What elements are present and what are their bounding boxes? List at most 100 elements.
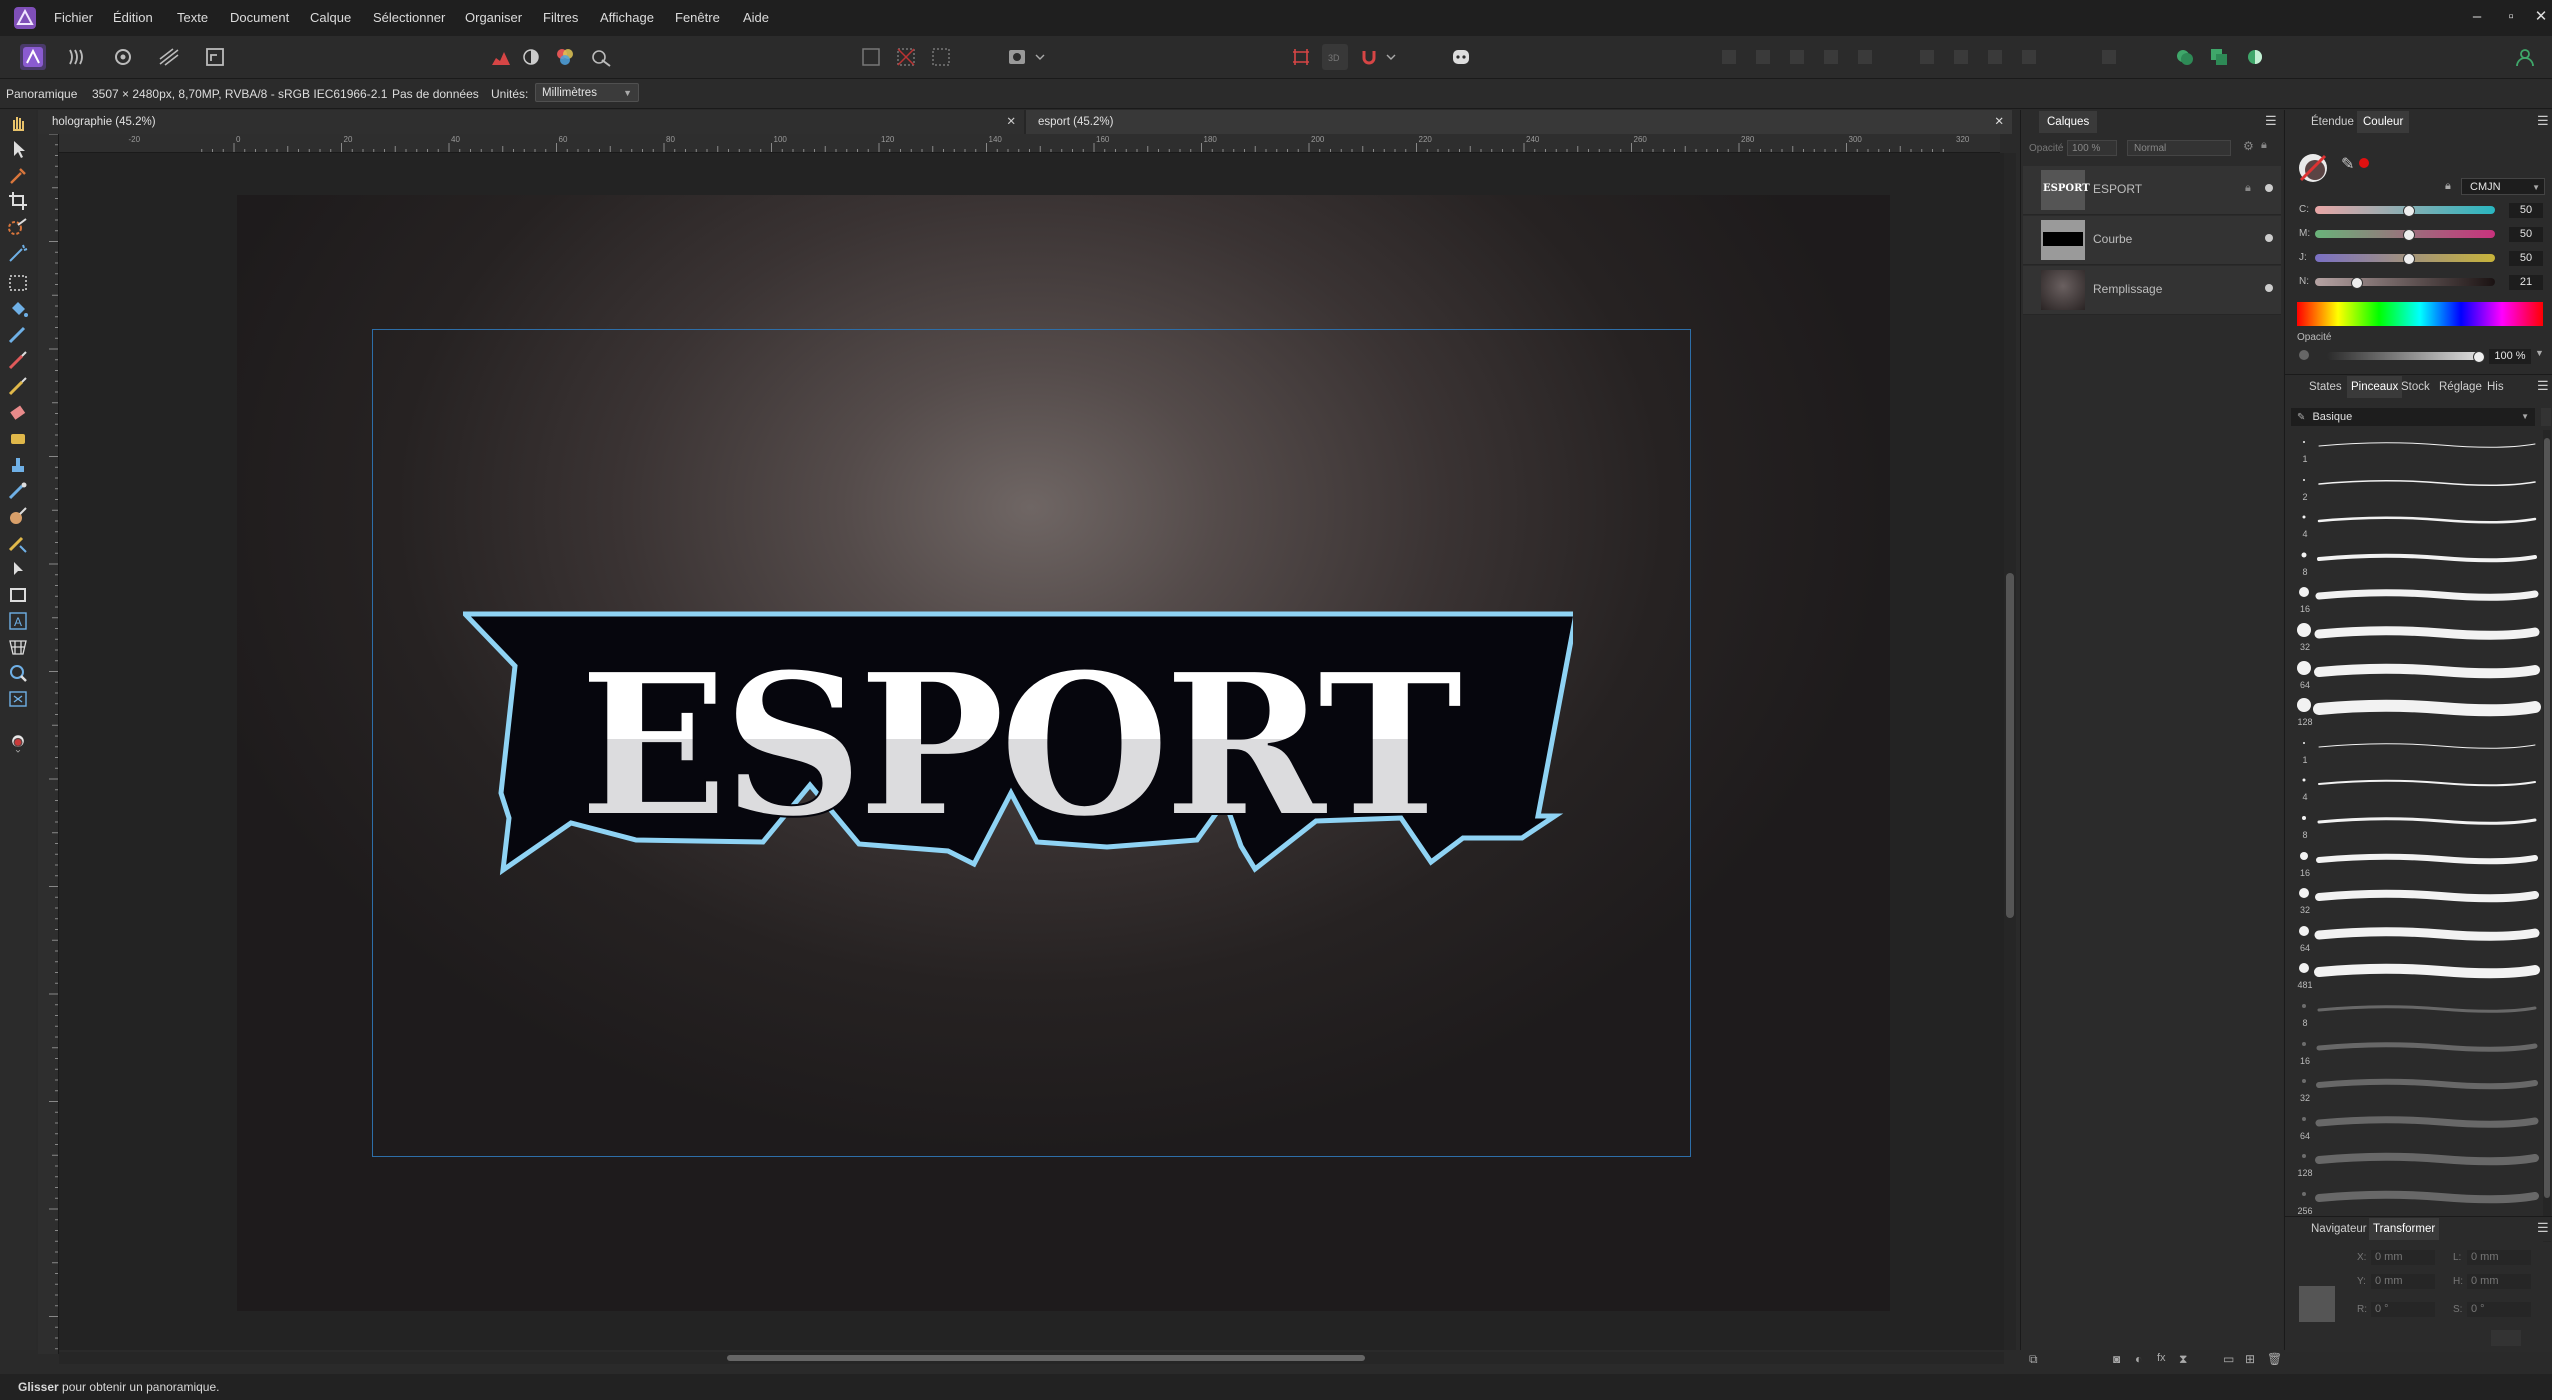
brush-preset[interactable]: 128: [2291, 1144, 2543, 1182]
canvas-area[interactable]: ESPORT: [59, 153, 2004, 1350]
affinity-photo-logo-icon[interactable]: [14, 7, 36, 29]
menu-aide[interactable]: Aide: [743, 10, 769, 25]
brush-preset[interactable]: 8: [2291, 994, 2543, 1032]
black-slider-knob[interactable]: [2351, 277, 2363, 289]
layer-row-courbe[interactable]: Courbe: [2023, 216, 2281, 265]
brush-preset[interactable]: 4: [2291, 505, 2543, 543]
tab-stock[interactable]: Stock: [2399, 376, 2432, 398]
brush-preset[interactable]: 8: [2291, 543, 2543, 581]
picked-color-swatch[interactable]: [2359, 158, 2369, 168]
minimize-icon[interactable]: –: [2466, 6, 2488, 28]
units-select[interactable]: Millimètres ▼: [535, 83, 639, 102]
export-persona-icon[interactable]: [202, 44, 228, 70]
snapping-icon[interactable]: [1288, 44, 1314, 70]
brush-preset[interactable]: 32: [2291, 1069, 2543, 1107]
hand-tool-icon[interactable]: [6, 112, 30, 134]
boolean-add-icon[interactable]: [2172, 44, 2198, 70]
tab-historique[interactable]: His: [2485, 376, 2506, 398]
horizontal-scroll-thumb[interactable]: [727, 1355, 1365, 1361]
opacity-value[interactable]: 100 %: [2489, 349, 2531, 364]
layer-lock-icon[interactable]: 🔒︎: [2245, 182, 2251, 195]
tab-transformer[interactable]: Transformer: [2369, 1218, 2440, 1240]
tab-reglage[interactable]: Réglage: [2437, 376, 2484, 398]
color-picker-tool-icon[interactable]: [6, 164, 30, 186]
panel-menu-icon[interactable]: ☰: [2265, 113, 2277, 129]
brush-preset[interactable]: 128: [2291, 693, 2543, 731]
menu-texte[interactable]: Texte: [177, 10, 208, 25]
live-filter-icon[interactable]: fx: [2157, 1352, 2166, 1364]
chevron-down-icon[interactable]: ▼: [2535, 348, 2544, 358]
histogram-icon[interactable]: [488, 44, 514, 70]
yellow-value[interactable]: 50: [2509, 251, 2543, 266]
crop-tool-icon[interactable]: [6, 190, 30, 212]
cyan-slider-knob[interactable]: [2403, 205, 2415, 217]
brush-preset[interactable]: 64: [2291, 656, 2543, 694]
brush-preset[interactable]: 1: [2291, 731, 2543, 769]
tab-navigateur[interactable]: Navigateur: [2307, 1218, 2371, 1240]
group-layer-icon[interactable]: ▭: [2223, 1352, 2234, 1366]
layer-opacity-field[interactable]: 100 %: [2067, 140, 2117, 156]
pen-tool-icon[interactable]: [6, 558, 30, 580]
y-field[interactable]: 0 mm: [2371, 1274, 2435, 1289]
brush-preset[interactable]: 2: [2291, 468, 2543, 506]
tone-mapping-persona-icon[interactable]: [156, 44, 182, 70]
width-field[interactable]: 0 mm: [2467, 1250, 2531, 1265]
tab-states[interactable]: States: [2307, 376, 2344, 398]
layer-visibility-icon[interactable]: [2265, 284, 2273, 292]
horizontal-scrollbar[interactable]: [59, 1352, 2004, 1364]
brush-preset[interactable]: 256: [2291, 1182, 2543, 1220]
brush-panel-toggle[interactable]: [2541, 408, 2551, 426]
account-icon[interactable]: [2512, 44, 2538, 70]
blend-mode-select[interactable]: Normal: [2127, 140, 2231, 156]
black-value[interactable]: 21: [2509, 275, 2543, 290]
tab-etendue[interactable]: Étendue: [2307, 111, 2358, 133]
vertical-ruler[interactable]: [38, 134, 59, 1354]
move-tool-icon[interactable]: [6, 138, 30, 160]
brush-preset[interactable]: 16: [2291, 580, 2543, 618]
flood-select-tool-icon[interactable]: [6, 242, 30, 264]
invert-selection-icon[interactable]: [928, 44, 954, 70]
selection-brush-tool-icon[interactable]: [6, 216, 30, 238]
color-wheel-icon[interactable]: [552, 44, 578, 70]
black-slider[interactable]: [2315, 278, 2495, 286]
layer-row-remplissage[interactable]: Remplissage: [2023, 266, 2281, 315]
artistic-text-tool-icon[interactable]: A: [6, 610, 30, 632]
vertical-scrollbar[interactable]: [2004, 153, 2016, 1350]
dodge-brush-tool-icon[interactable]: [6, 428, 30, 450]
clone-brush-tool-icon[interactable]: [6, 454, 30, 476]
zoom-tool-icon[interactable]: [6, 662, 30, 684]
brush-preset[interactable]: 16: [2291, 1032, 2543, 1070]
eyedropper-icon[interactable]: ✎: [2341, 154, 2354, 174]
boolean-subtract-icon[interactable]: [2206, 44, 2232, 70]
rotation-field[interactable]: 0 °: [2371, 1302, 2435, 1317]
brush-preset[interactable]: 1: [2291, 430, 2543, 468]
auto-white-balance-icon[interactable]: [588, 44, 614, 70]
flood-fill-tool-icon[interactable]: [6, 298, 30, 320]
magenta-value[interactable]: 50: [2509, 227, 2543, 242]
cyan-value[interactable]: 50: [2509, 203, 2543, 218]
liquify-persona-icon[interactable]: [64, 44, 90, 70]
color-model-select[interactable]: CMJN ▼: [2461, 178, 2545, 195]
close-tab-icon[interactable]: ✕: [1006, 110, 1016, 134]
brush-preset[interactable]: 8: [2291, 806, 2543, 844]
tab-pinceaux[interactable]: Pinceaux: [2347, 376, 2403, 398]
panel-menu-icon[interactable]: ☰: [2537, 1220, 2549, 1236]
mesh-warp-tool-icon[interactable]: [6, 636, 30, 658]
metadata-label[interactable]: Pas de données: [392, 87, 479, 101]
develop-persona-icon[interactable]: [110, 44, 136, 70]
menu-selectionner[interactable]: Sélectionner: [373, 10, 445, 25]
snapping-dropdown-icon[interactable]: [1378, 44, 1396, 70]
hourglass-icon[interactable]: ⧗: [2179, 1352, 2187, 1367]
selection-mode-icon[interactable]: [858, 44, 884, 70]
boolean-intersect-icon[interactable]: [2242, 44, 2268, 70]
layer-row-esport[interactable]: ESPORT ESPORT 🔒︎: [2023, 166, 2281, 215]
marquee-tool-icon[interactable]: [6, 272, 30, 294]
menu-fichier[interactable]: Fichier: [54, 10, 93, 25]
yellow-slider-knob[interactable]: [2403, 253, 2415, 265]
delete-layer-icon[interactable]: 🗑︎: [2267, 1352, 2282, 1366]
brush-preset[interactable]: 64: [2291, 919, 2543, 957]
menu-affichage[interactable]: Affichage: [600, 10, 654, 25]
erase-brush-tool-icon[interactable]: [6, 402, 30, 424]
horizontal-ruler[interactable]: -20 0 20 40 60 80 100 120 140 160 180 200 220 240 260 2…: [58, 134, 2000, 153]
blur-brush-tool-icon[interactable]: [6, 480, 30, 502]
